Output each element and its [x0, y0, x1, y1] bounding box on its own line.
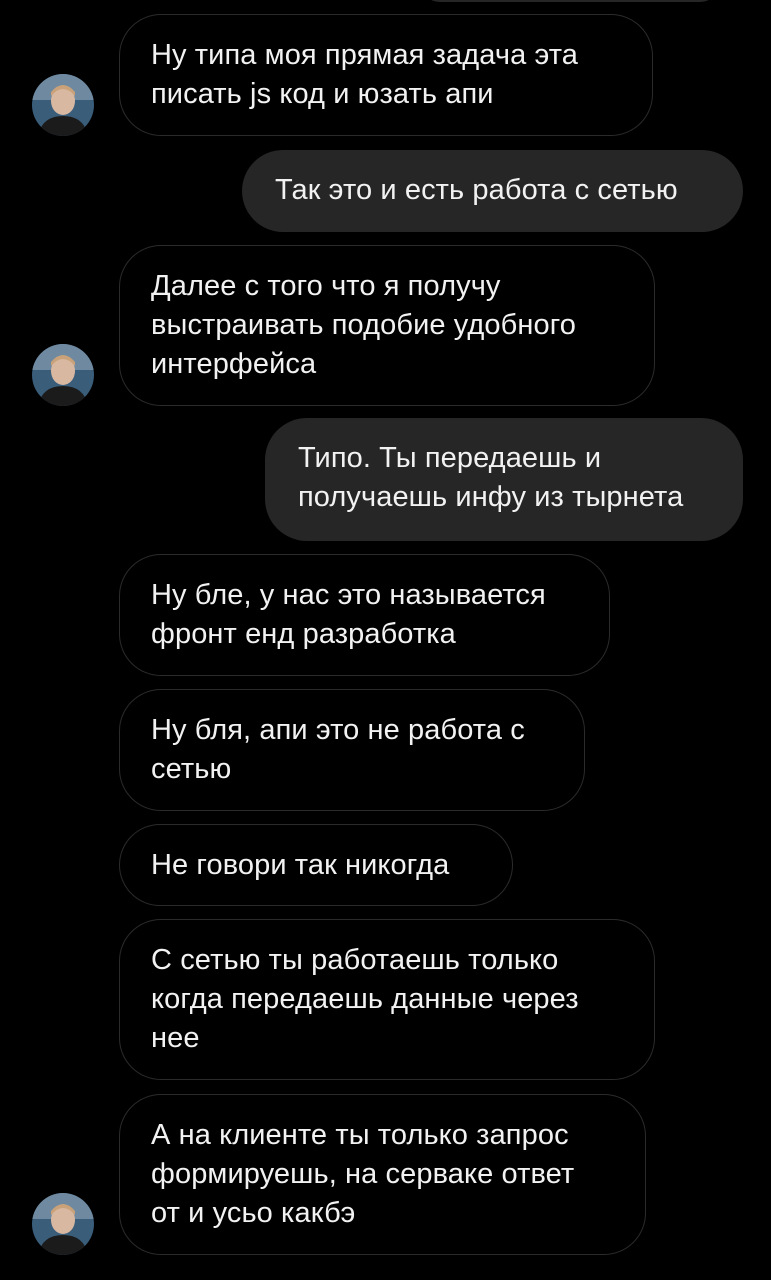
message-bubble-incoming[interactable]: Ну бля, апи это не работа с сетью [119, 689, 585, 811]
message-bubble-outgoing[interactable]: Так это и есть работа с сетью [242, 150, 743, 232]
user-avatar-icon[interactable] [32, 1193, 94, 1255]
message-text: Ну бля, апи это не работа с сетью [151, 714, 525, 785]
message-text: Ну типа моя прямая задача эта писать js … [151, 39, 579, 110]
user-avatar-icon[interactable] [32, 344, 94, 406]
message-text: Не говори так никогда [151, 849, 450, 881]
message-text: Так это и есть работа с сетью [275, 174, 678, 206]
message-text: Далее с того что я получу выстраивать по… [151, 270, 576, 380]
message-bubble-outgoing[interactable]: Типо. Ты передаешь и получаешь инфу из т… [265, 418, 743, 541]
message-text: Ну бле, у нас это называется фронт енд р… [151, 579, 546, 650]
user-avatar-icon[interactable] [32, 74, 94, 136]
previous-message-bubble-edge [420, 0, 720, 2]
message-text: С сетью ты работаешь только когда переда… [151, 944, 579, 1054]
message-bubble-incoming[interactable]: Не говори так никогда [119, 824, 513, 906]
message-bubble-incoming[interactable]: С сетью ты работаешь только когда переда… [119, 919, 655, 1080]
message-bubble-incoming[interactable]: Далее с того что я получу выстраивать по… [119, 245, 655, 406]
message-bubble-incoming[interactable]: А на клиенте ты только запрос формируешь… [119, 1094, 646, 1255]
message-text: А на клиенте ты только запрос формируешь… [151, 1119, 575, 1229]
message-bubble-incoming[interactable]: Ну бле, у нас это называется фронт енд р… [119, 554, 610, 676]
message-text: Типо. Ты передаешь и получаешь инфу из т… [298, 442, 684, 513]
message-bubble-incoming[interactable]: Ну типа моя прямая задача эта писать js … [119, 14, 653, 136]
